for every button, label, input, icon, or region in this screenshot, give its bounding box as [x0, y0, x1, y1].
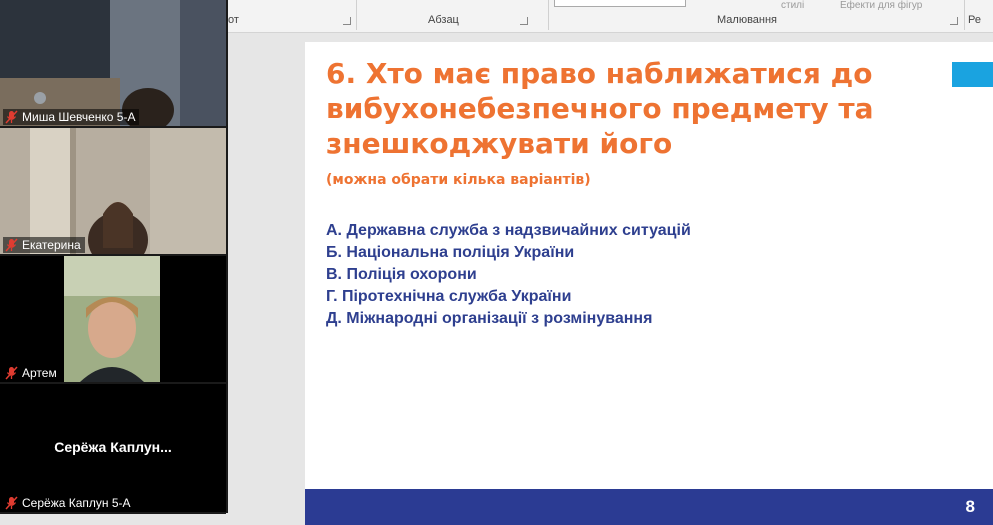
- participant-video: [0, 0, 226, 126]
- answer-option-a[interactable]: А. Державна служба з надзвичайних ситуац…: [326, 220, 691, 242]
- slide-page-number: 8: [965, 497, 975, 516]
- answer-option-d[interactable]: Г. Піротехнічна служба України: [326, 286, 691, 308]
- participant-name-tag: Серёжа Каплун 5-А: [3, 495, 135, 511]
- ribbon-group-editing-label: Ре: [968, 14, 981, 26]
- answer-option-c[interactable]: В. Поліція охорони: [326, 264, 691, 286]
- participant-tile[interactable]: Екатерина: [0, 128, 226, 256]
- participant-name: Артем: [22, 366, 57, 380]
- participant-tile[interactable]: Серёжа Каплун... Серёжа Каплун 5-А: [0, 384, 226, 514]
- participant-display-name: Серёжа Каплун...: [54, 439, 172, 455]
- mic-muted-icon: [5, 238, 18, 252]
- font-dialog-launcher[interactable]: [343, 17, 351, 25]
- accent-bar: [952, 62, 993, 87]
- participant-name: Екатерина: [22, 238, 81, 252]
- slide-subtitle[interactable]: (можна обрати кілька варіантів): [326, 172, 591, 188]
- video-participants-panel: Миша Шевченко 5-А Екатерина Артем Серёжа…: [0, 0, 228, 514]
- shape-effects-label[interactable]: Ефекти для фігур: [840, 0, 922, 11]
- participant-tile[interactable]: Миша Шевченко 5-А: [0, 0, 226, 128]
- participant-tile[interactable]: Артем: [0, 256, 226, 384]
- shape-field[interactable]: [554, 0, 686, 7]
- drawing-dialog-launcher[interactable]: [950, 17, 958, 25]
- ribbon-separator: [964, 0, 965, 30]
- participant-name-tag: Миша Шевченко 5-А: [3, 109, 140, 125]
- mic-muted-icon: [5, 366, 18, 380]
- mic-muted-icon: [5, 110, 18, 124]
- answer-options[interactable]: А. Державна служба з надзвичайних ситуац…: [326, 220, 691, 330]
- slide[interactable]: 6. Хто має право наближатися до вибухоне…: [305, 42, 993, 525]
- answer-option-e[interactable]: Д. Міжнародні організації з розмінування: [326, 308, 691, 330]
- answer-option-b[interactable]: Б. Національна поліція України: [326, 242, 691, 264]
- mic-muted-icon: [5, 496, 18, 510]
- slide-title[interactable]: 6. Хто має право наближатися до вибухоне…: [326, 56, 946, 161]
- ribbon-group-paragraph-label: Абзац: [428, 14, 459, 26]
- participant-name: Миша Шевченко 5-А: [22, 110, 136, 124]
- paragraph-dialog-launcher[interactable]: [520, 17, 528, 25]
- slide-footer: 8: [305, 489, 993, 525]
- ribbon-group-drawing-label: Малювання: [717, 14, 778, 26]
- participant-name-tag: Артем: [3, 365, 61, 381]
- quick-styles-label[interactable]: стилі: [781, 0, 804, 11]
- participant-video: [0, 128, 226, 254]
- participant-video: [0, 256, 226, 382]
- ribbon-separator: [548, 0, 549, 30]
- participant-name: Серёжа Каплун 5-А: [22, 496, 131, 510]
- ribbon-group-font-label: от: [228, 14, 239, 26]
- participant-name-tag: Екатерина: [3, 237, 85, 253]
- ribbon-separator: [356, 0, 357, 30]
